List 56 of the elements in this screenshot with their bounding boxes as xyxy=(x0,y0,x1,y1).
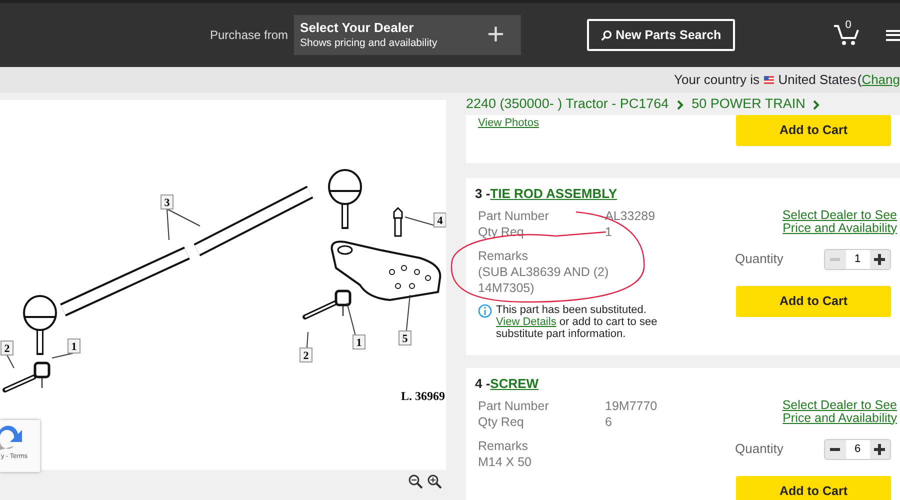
field-value: 19M7770 xyxy=(605,398,658,414)
field-value: AL33289 xyxy=(605,208,656,224)
chevron-icon xyxy=(813,100,820,110)
view-photos-link[interactable]: View Photos xyxy=(478,115,539,132)
new-parts-search-button[interactable]: New Parts Search xyxy=(586,19,736,51)
open-paren: ( xyxy=(857,72,862,88)
view-details-link[interactable]: View Details xyxy=(496,316,556,328)
breadcrumb-link[interactable]: 2240 (350000- ) Tractor - PC1764 xyxy=(466,94,669,115)
menu-icon[interactable] xyxy=(886,30,900,40)
quantity-label: Quantity xyxy=(735,440,784,458)
purchase-label: Purchase from xyxy=(210,27,288,44)
callout-label: 5 xyxy=(398,294,412,346)
add-to-cart-button[interactable]: Add to Cart xyxy=(736,476,891,500)
part-name-link[interactable]: SCREW xyxy=(490,374,539,394)
flag-icon xyxy=(764,75,774,85)
callout-label: 4 xyxy=(404,212,446,228)
zoom-out-icon[interactable] xyxy=(408,474,423,489)
add-to-cart-button[interactable]: Add to Cart xyxy=(736,115,891,146)
remarks-label: Remarks xyxy=(478,248,530,264)
select-dealer-link[interactable]: Select Dealer to See Price and Availability xyxy=(775,398,897,424)
part-name-link[interactable]: TIE ROD ASSEMBLY xyxy=(490,184,618,204)
add-to-cart-button[interactable]: Add to Cart xyxy=(736,286,891,316)
add-icon: + xyxy=(487,20,505,50)
recaptcha-icon xyxy=(0,424,22,452)
bolt-drawing xyxy=(393,206,403,237)
field-value: 6 xyxy=(605,414,612,430)
search-icon xyxy=(600,30,612,40)
figure-label: L. 36969 xyxy=(400,389,445,403)
remarks-text: (SUB AL38639 AND (2) 14M7305) xyxy=(478,264,610,296)
country-label: Your country is xyxy=(674,71,760,90)
callout-label: 2 xyxy=(300,332,312,362)
callout-label: 1 xyxy=(52,338,80,358)
part-index: 4 - xyxy=(475,375,490,393)
remarks-label: Remarks xyxy=(478,438,530,454)
country-name: United States xyxy=(778,71,856,90)
field-label: Part Number xyxy=(478,398,550,414)
breadcrumb-link[interactable]: 50 POWER TRAIN xyxy=(692,94,806,115)
change-link[interactable]: Chang xyxy=(862,72,900,88)
callout-label: 3 xyxy=(160,194,200,240)
field-value: 1 xyxy=(605,224,612,240)
info-icon xyxy=(478,304,492,318)
cart-count: 0 xyxy=(845,18,852,33)
chevron-icon xyxy=(676,100,684,110)
callout-label: 1 xyxy=(346,302,366,350)
dealer-title: Select Your Dealer xyxy=(300,19,415,36)
remarks-text: M14 X 50 xyxy=(478,454,533,470)
select-dealer-link[interactable]: Select Dealer to See Price and Availability xyxy=(775,208,897,234)
substitution-notice: This part has been substituted. View Details or add to cart to see substitute part information. xyxy=(496,304,658,340)
part-index: 3 - xyxy=(475,185,490,203)
dealer-subtitle: Shows pricing and availability xyxy=(300,36,438,51)
field-label: Part Number xyxy=(478,208,550,224)
zoom-in-icon[interactable] xyxy=(427,474,442,489)
dealer-selector[interactable]: Select Your Dealer Shows pricing and availability + xyxy=(294,15,521,55)
quantity-label: Quantity xyxy=(735,250,784,268)
callout-label: 2 xyxy=(0,340,14,368)
field-label: Qty Req xyxy=(478,414,525,430)
